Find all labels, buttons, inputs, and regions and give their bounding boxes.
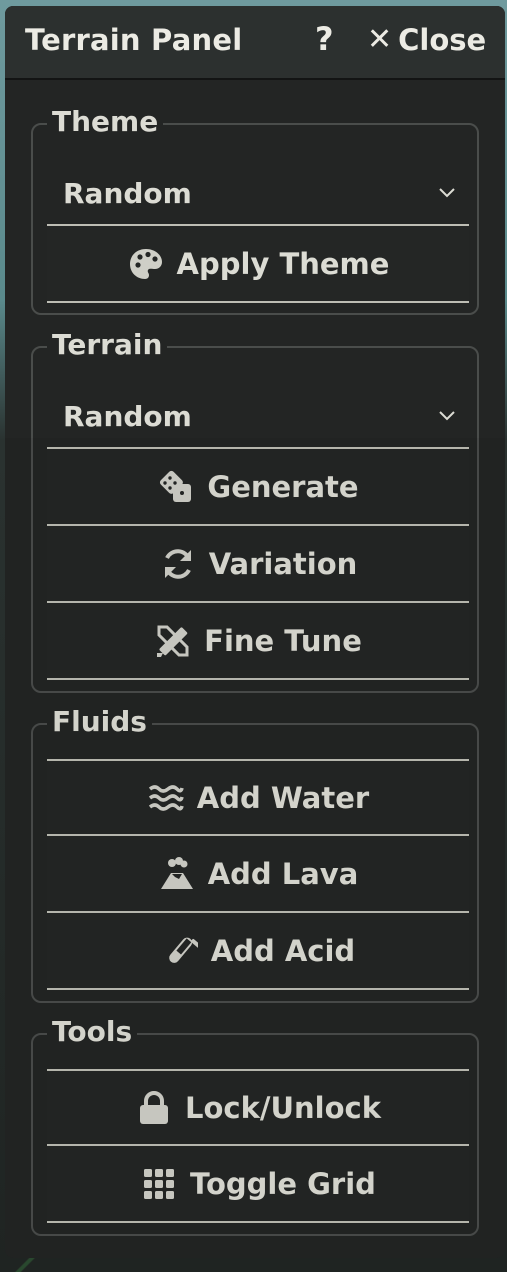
apply-theme-label: Apply Theme — [176, 246, 390, 281]
chevron-down-icon — [439, 411, 455, 421]
theme-legend: Theme — [47, 104, 164, 140]
tools-group: Tools Lock/Unlock Toggle Grid — [31, 1014, 479, 1236]
add-lava-label: Add Lava — [207, 856, 359, 891]
lock-unlock-button[interactable]: Lock/Unlock — [47, 1069, 469, 1146]
refresh-icon — [159, 545, 197, 583]
apply-theme-button[interactable]: Apply Theme — [47, 226, 469, 303]
generate-label: Generate — [207, 469, 359, 504]
terrain-legend: Terrain — [47, 327, 168, 363]
add-acid-label: Add Acid — [210, 933, 356, 968]
variation-label: Variation — [208, 546, 358, 581]
add-water-label: Add Water — [196, 780, 370, 815]
add-water-button[interactable]: Add Water — [47, 759, 469, 836]
close-button[interactable]: ✕ Close — [367, 23, 486, 57]
panel-header: Terrain Panel ? ✕ Close — [5, 6, 505, 80]
close-label: Close — [398, 23, 487, 57]
theme-group: Theme Random Apply Theme — [31, 104, 479, 315]
terrain-select[interactable]: Random — [47, 384, 469, 449]
grid-icon — [140, 1165, 178, 1203]
volcano-icon — [158, 855, 196, 893]
vial-icon — [161, 932, 199, 970]
toggle-grid-button[interactable]: Toggle Grid — [47, 1146, 469, 1223]
chevron-down-icon — [439, 188, 455, 198]
lock-unlock-label: Lock/Unlock — [184, 1090, 381, 1125]
close-icon: ✕ — [367, 22, 393, 57]
generate-button[interactable]: Generate — [47, 449, 469, 526]
palette-icon — [127, 245, 165, 283]
theme-select[interactable]: Random — [47, 161, 469, 226]
variation-button[interactable]: Variation — [47, 526, 469, 603]
terrain-panel: Terrain Panel ? ✕ Close Theme Random App… — [5, 6, 505, 1258]
water-icon — [147, 779, 185, 817]
fluids-legend: Fluids — [47, 704, 152, 740]
lock-icon — [135, 1089, 173, 1127]
terrain-group: Terrain Random Generate Variation Fine T… — [31, 327, 479, 693]
fluids-group: Fluids Add Water Add Lava Add Acid — [31, 704, 479, 1003]
terrain-select-value: Random — [63, 400, 192, 433]
fine-tune-button[interactable]: Fine Tune — [47, 603, 469, 680]
pencil-ruler-icon — [154, 622, 192, 660]
help-button[interactable]: ? — [315, 20, 334, 58]
fine-tune-label: Fine Tune — [204, 623, 362, 658]
theme-select-value: Random — [63, 177, 192, 210]
panel-title: Terrain Panel — [25, 23, 243, 57]
dice-icon — [157, 468, 195, 506]
tools-legend: Tools — [47, 1014, 138, 1050]
add-lava-button[interactable]: Add Lava — [47, 836, 469, 913]
toggle-grid-label: Toggle Grid — [190, 1166, 376, 1201]
add-acid-button[interactable]: Add Acid — [47, 913, 469, 990]
